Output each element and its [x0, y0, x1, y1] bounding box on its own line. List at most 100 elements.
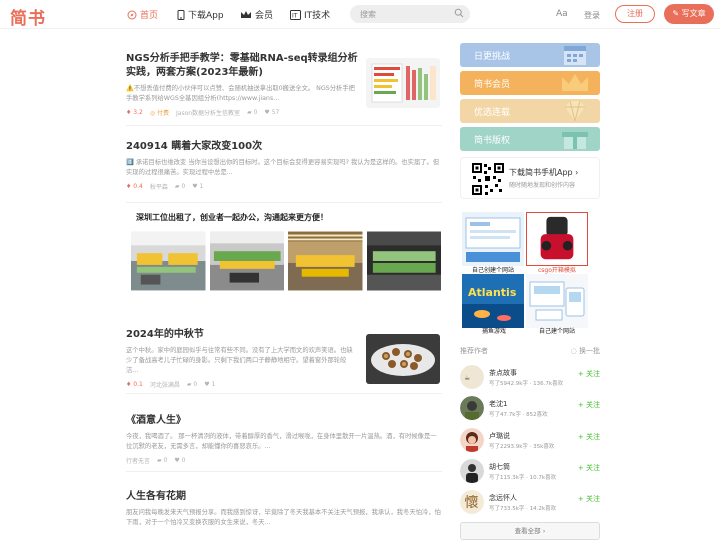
top-navbar: 简书 首页 下载App 会员 IT IT技术 搜索 Aa 登录 注册 ✎ 写文章	[0, 0, 720, 29]
phone-icon	[177, 9, 185, 20]
daily-challenge-label: 日更挑战	[474, 52, 511, 62]
nav-download-label: 下载App	[188, 11, 224, 21]
copyright-button[interactable]: 简书版权	[460, 127, 600, 151]
svg-text:Atlantis: Atlantis	[468, 286, 517, 299]
ad-fishing-game[interactable]: Atlantis	[462, 274, 524, 328]
article-thumbnail[interactable]	[366, 334, 440, 384]
diamond-count: ♦ 0.4	[126, 183, 143, 190]
avatar[interactable]: 懷	[460, 490, 484, 514]
nav-download-app[interactable]: 下载App	[177, 8, 224, 21]
avatar[interactable]	[460, 396, 484, 420]
featured-serial-button[interactable]: 优选连载	[460, 99, 600, 123]
write-article-button[interactable]: ✎ 写文章	[664, 4, 714, 24]
office-rental-banner[interactable]: 深圳工位出租了，创业者一起办公，沟通起来更方便！	[131, 212, 441, 296]
author-stats: 写了115.3k字 · 10.7k喜欢	[489, 475, 557, 481]
article-title[interactable]: 240914 瞒着大家改变100次	[126, 140, 442, 154]
article-title[interactable]: NGS分析手把手教学：零基础RNA-seq转录组分析实践，两套方案(2023年最…	[126, 52, 358, 80]
article-meta: ♦ 3.2 ◎ 付费 Jason数据分析生信教室 ▰ 0 ♥ 57	[126, 108, 442, 117]
follow-button[interactable]: + 关注	[578, 400, 600, 410]
jianshu-member-button[interactable]: 简书会员	[460, 71, 600, 95]
author-stats: 写了733.5k字 · 14.2k喜欢	[489, 506, 557, 512]
svg-text:☕: ☕	[464, 374, 470, 382]
article-desc: 今夜，我喝酒了。 那一杯清冽的液体，带着醇厚的香气，滑过喉咙，在身体里散开一片温…	[126, 433, 437, 450]
app-download-title: 下载简书手机App ›	[509, 168, 579, 177]
author-name[interactable]: 念远怀人	[489, 493, 517, 503]
search-placeholder: 搜索	[360, 10, 376, 19]
nav-it-label: IT技术	[304, 11, 331, 21]
diamond-count: ♦ 0.1	[126, 381, 143, 388]
author-item[interactable]: 卢璐说 写了2293.9k字 · 35k喜欢 + 关注	[460, 428, 600, 456]
ad-label[interactable]: 自己创建个网站	[472, 265, 514, 274]
article-author[interactable]: 行者无言	[126, 456, 150, 465]
nav-home[interactable]: 首页	[127, 8, 158, 21]
article-title[interactable]: 《酒意人生》	[126, 414, 442, 428]
follow-button[interactable]: + 关注	[578, 432, 600, 442]
like-count: ♥ 1	[204, 381, 216, 388]
article-desc: 0️⃣ 承诺目标也维改变 当你当设想出你的目标时。这个目标会变得更容易实现吗? …	[126, 159, 440, 176]
author-name[interactable]: 茶点故事	[489, 368, 517, 378]
author-item[interactable]: 懷 念远怀人 写了733.5k字 · 14.2k喜欢 + 关注	[460, 490, 600, 518]
article-author[interactable]: 秋平森	[150, 182, 168, 191]
ad-label[interactable]: csgo开箱模拟	[538, 265, 576, 274]
signup-button[interactable]: 注册	[615, 5, 655, 23]
ad-label[interactable]: 自己建个网站	[539, 326, 575, 335]
article-author[interactable]: Jason数据分析生信教室	[176, 108, 240, 117]
article-author[interactable]: 河北张满昌	[150, 380, 180, 389]
article-item[interactable]: 《酒意人生》 今夜，我喝酒了。 那一杯清冽的液体，带着醇厚的香气，滑过喉咙，在身…	[126, 414, 442, 472]
avatar[interactable]	[460, 428, 484, 452]
author-item[interactable]: 胡七筒 写了115.3k字 · 10.7k喜欢 + 关注	[460, 459, 600, 487]
author-stats: 写了47.7k字 · 852喜欢	[489, 412, 548, 418]
follow-button[interactable]: + 关注	[578, 463, 600, 473]
author-item[interactable]: ☕ 茶点故事 写了5942.9k字 · 136.7k喜欢 + 关注	[460, 365, 600, 393]
author-name[interactable]: 卢璐说	[489, 431, 510, 441]
article-item[interactable]: 240914 瞒着大家改变100次 0️⃣ 承诺目标也维改变 当你当设想出你的目…	[126, 140, 442, 203]
office-photo	[131, 231, 206, 291]
view-all-authors-button[interactable]: 查看全部 ›	[460, 522, 600, 540]
diamond-icon	[565, 100, 585, 122]
jianshu-logo[interactable]: 简书	[10, 4, 46, 29]
app-download-card[interactable]: 下载简书手机App › 随时随地发现和创作内容	[460, 157, 600, 199]
banner-text: 深圳工位出租了，创业者一起办公，沟通起来更方便！	[136, 213, 328, 222]
ad-label[interactable]: 捕鱼游戏	[482, 326, 506, 335]
calendar-icon	[564, 46, 586, 65]
avatar[interactable]	[460, 459, 484, 483]
author-stats: 写了5942.9k字 · 136.7k喜欢	[489, 381, 564, 387]
search-input[interactable]: 搜索	[350, 5, 470, 23]
font-size-toggle[interactable]: Aa	[556, 9, 568, 19]
crown-icon	[562, 74, 588, 91]
article-thumbnail[interactable]	[366, 58, 440, 108]
login-link[interactable]: 登录	[584, 10, 600, 21]
write-label: 写文章	[681, 9, 706, 18]
ad-csgo[interactable]	[526, 212, 588, 266]
nav-home-label: 首页	[140, 11, 159, 21]
author-stats: 写了2293.9k字 · 35k喜欢	[489, 444, 555, 450]
search-icon[interactable]	[454, 8, 464, 18]
comment-count: ▰ 0	[186, 381, 198, 388]
follow-button[interactable]: + 关注	[578, 369, 600, 379]
article-title[interactable]: 人生各有花期	[126, 490, 442, 504]
author-name[interactable]: 老沈1	[489, 399, 507, 409]
gift-icon	[562, 132, 588, 149]
article-item[interactable]: 2024年的中秋节 这个中秋。家中的庭园似乎与往常有些不同。没有了上大学而文的欢…	[126, 328, 442, 394]
refresh-icon: ◌	[570, 347, 579, 355]
article-item[interactable]: 人生各有花期 朋友问我每晚发来天气预报分享。而我感到惊讶，毕竟除了冬天我基本不关…	[126, 490, 442, 540]
svg-text:IT: IT	[292, 12, 298, 19]
like-count: ♥ 1	[192, 183, 204, 190]
paid-badge: ◎ 付费	[149, 110, 170, 117]
article-item[interactable]: NGS分析手把手教学：零基础RNA-seq转录组分析实践，两套方案(2023年最…	[126, 52, 442, 126]
author-item[interactable]: 老沈1 写了47.7k字 · 852喜欢 + 关注	[460, 396, 600, 424]
author-name[interactable]: 胡七筒	[489, 462, 510, 472]
ad-website-builder-2[interactable]	[526, 274, 588, 328]
daily-challenge-button[interactable]: 日更挑战	[460, 43, 600, 67]
avatar[interactable]: ☕	[460, 365, 484, 389]
article-meta: ♦ 0.4 秋平森 ▰ 0 ♥ 1	[126, 182, 442, 191]
refresh-button[interactable]: ◌ 换一批	[571, 346, 600, 356]
follow-button[interactable]: + 关注	[578, 494, 600, 504]
it-icon: IT	[290, 9, 301, 20]
nav-member[interactable]: 会员	[240, 8, 273, 21]
article-meta: 行者无言 ▰ 0 ♥ 0	[126, 456, 442, 465]
nav-it-tech[interactable]: IT IT技术	[290, 8, 330, 21]
copyright-label: 简书版权	[474, 136, 511, 146]
article-desc: ⚠️不想丢值付费的小伙伴可以点赞、会随机抽送拿出取0搬送全文。 NGS分析手把手…	[126, 85, 355, 102]
ad-website-builder[interactable]	[462, 212, 524, 266]
